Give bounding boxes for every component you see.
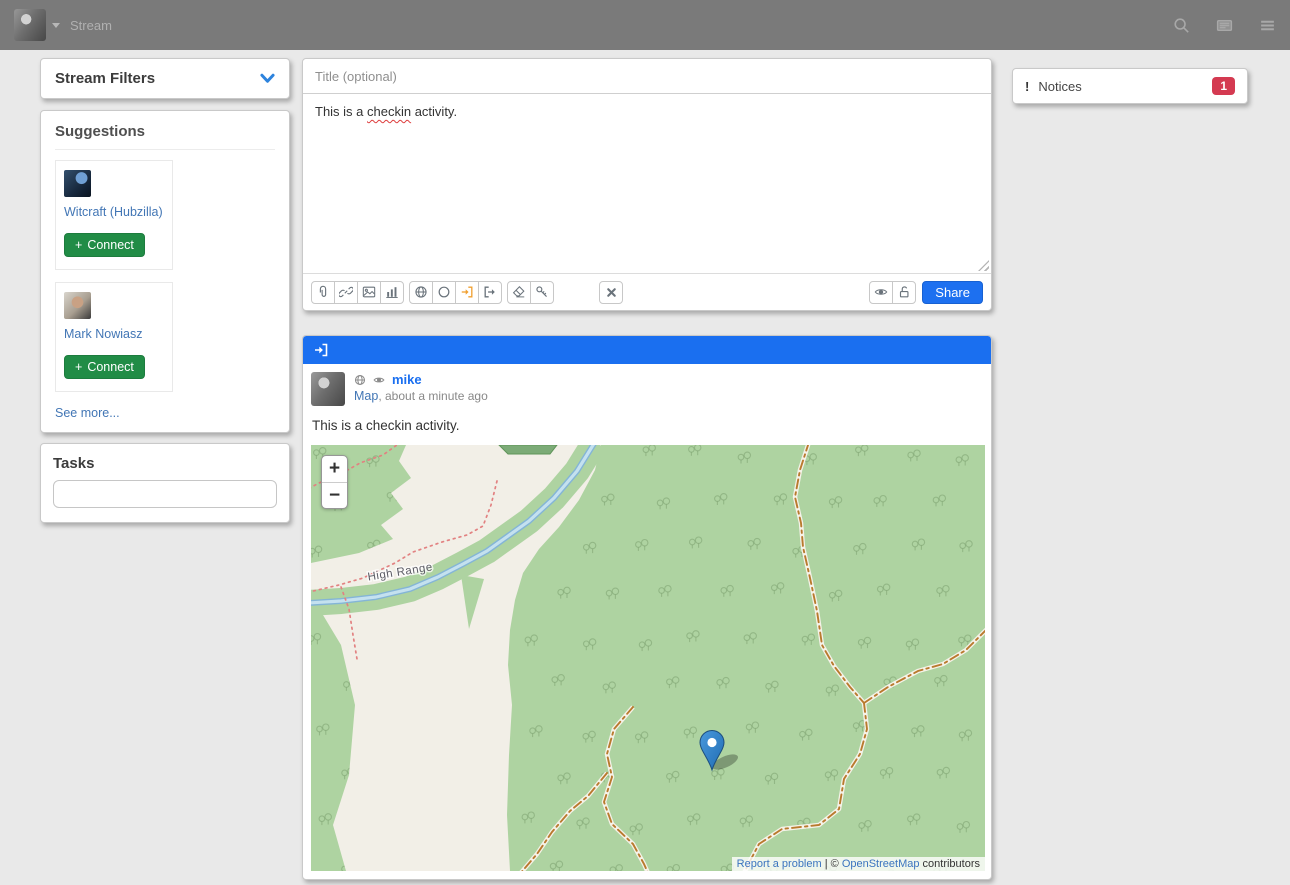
location-map[interactable]: High Range + − Report a problem | © Open… [311,445,985,871]
clear-location-button[interactable] [432,281,456,304]
openstreetmap-link[interactable]: OpenStreetMap [842,858,920,870]
author-name-link[interactable]: mike [392,372,422,387]
permissions-button[interactable] [892,281,916,304]
unlock-icon [897,285,911,299]
stream-filters-panel[interactable]: Stream Filters [40,58,290,99]
resize-handle[interactable] [978,260,989,271]
stream-filters-title: Stream Filters [55,70,155,87]
map-canvas[interactable]: High Range [311,445,985,871]
chevron-down-icon[interactable] [260,72,275,85]
eraser-icon [512,285,526,299]
notices-panel[interactable]: ! Notices 1 [1012,68,1248,104]
zoom-out-button[interactable]: − [322,482,347,508]
post-timestamp: , about a minute ago [378,389,487,403]
notices-count-badge: 1 [1212,77,1235,95]
zoom-in-button[interactable]: + [322,456,347,482]
map-zoom-control: + − [321,455,348,509]
browser-location-button[interactable] [409,281,433,304]
circle-icon [437,285,451,299]
clear-text-button[interactable] [507,281,531,304]
checkin-button[interactable] [455,281,479,304]
suggestions-title: Suggestions [55,123,275,150]
app-source-link[interactable]: Map [354,389,378,403]
insert-photo-button[interactable] [357,281,381,304]
exclamation-icon: ! [1025,79,1029,94]
author-row: mike Map, about a minute ago [311,372,983,406]
key-icon [535,285,549,299]
connect-button[interactable]: +Connect [64,355,145,379]
search-icon[interactable] [1173,17,1190,34]
link-icon [339,285,353,299]
top-navbar: Stream [0,0,1290,50]
share-button[interactable]: Share [922,281,983,304]
map-attribution: Report a problem | © OpenStreetMap contr… [732,857,985,871]
plus-icon: + [75,360,82,374]
hamburger-menu-icon[interactable] [1259,17,1276,34]
encrypt-button[interactable] [530,281,554,304]
caret-down-icon[interactable] [52,23,60,28]
sign-in-icon [460,285,474,299]
checkout-button[interactable] [478,281,502,304]
suggestion-item: Mark Nowiasz +Connect [55,282,173,392]
main-column: This is a checkin activity. [302,58,992,880]
suggestion-avatar[interactable] [64,170,91,197]
public-globe-icon [354,374,366,386]
post-card: mike Map, about a minute ago This is a c… [302,335,992,880]
tasks-title: Tasks [53,455,277,472]
attach-file-button[interactable] [311,281,335,304]
sign-out-icon [483,285,497,299]
suggestion-avatar[interactable] [64,292,91,319]
visibility-button[interactable] [869,281,893,304]
eye-icon [874,285,888,299]
visibility-eye-icon [372,374,386,386]
see-more-link[interactable]: See more... [55,406,120,420]
right-sidebar: ! Notices 1 [1012,68,1248,104]
post-composer: This is a checkin activity. [302,58,992,311]
app-title: Stream [70,18,112,33]
close-icon [605,286,618,299]
suggestions-panel: Suggestions Witcraft (Hubzilla) +Connect… [40,110,290,433]
suggestion-name-link[interactable]: Witcraft (Hubzilla) [64,205,163,219]
composer-toolbar: Share [303,273,991,310]
paperclip-icon [316,285,330,299]
photo-icon [362,285,376,299]
connect-button[interactable]: +Connect [64,233,145,257]
suggestion-item: Witcraft (Hubzilla) +Connect [55,160,173,270]
plus-icon: + [75,238,82,252]
post-body-textarea[interactable]: This is a checkin activity. [303,94,991,273]
post-header-bar [303,336,991,364]
author-avatar[interactable] [311,372,345,406]
bar-chart-icon [385,285,399,299]
insert-poll-button[interactable] [380,281,404,304]
misspelled-word: checkin [367,104,411,119]
new-task-input[interactable] [53,480,277,508]
insert-link-button[interactable] [334,281,358,304]
post-body-text: This is a checkin activity. [312,418,983,433]
report-problem-link[interactable]: Report a problem [737,858,822,870]
post-title-input[interactable] [303,59,991,94]
checkin-activity-icon [313,342,329,358]
suggestion-name-link[interactable]: Mark Nowiasz [64,327,143,341]
channel-avatar[interactable] [14,9,46,41]
grid-view-icon[interactable] [1216,17,1233,34]
globe-icon [414,285,428,299]
tasks-panel: Tasks [40,443,290,523]
left-sidebar: Stream Filters Suggestions Witcraft (Hub… [40,58,290,523]
notices-label: Notices [1038,79,1081,94]
cancel-button[interactable] [599,281,623,304]
